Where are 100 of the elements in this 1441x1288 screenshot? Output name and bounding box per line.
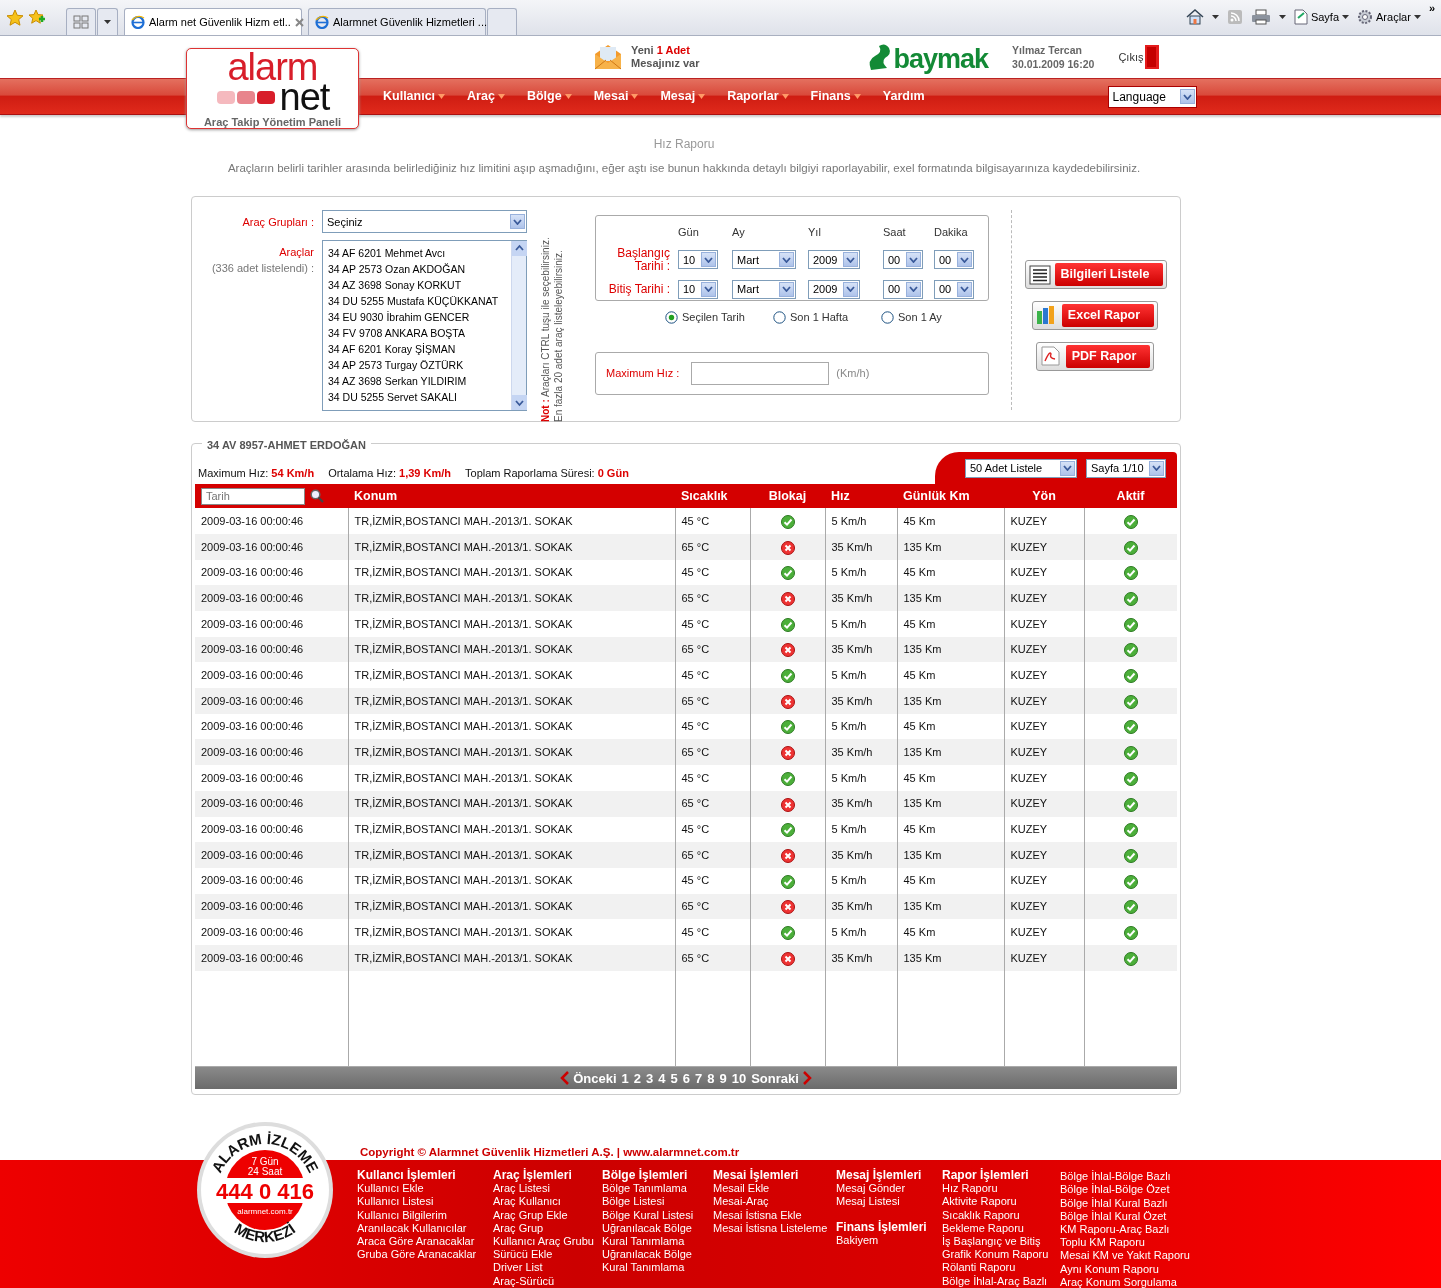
previous-page-link[interactable]: Önceki xyxy=(560,1068,617,1088)
browser-tab[interactable]: Alarmnet Güvenlik Hizmetleri ... xyxy=(308,8,486,35)
date-select[interactable]: 00 xyxy=(883,250,923,270)
footer-link[interactable]: Mesai İstisna Ekle xyxy=(713,1208,836,1222)
report-button[interactable]: PDF Rapor xyxy=(1035,341,1155,371)
date-select[interactable]: 2009 xyxy=(808,250,860,270)
footer-link[interactable]: Mesaj Gönder xyxy=(836,1182,942,1196)
footer-link[interactable]: Bölge İhlal Kural Özet xyxy=(1060,1209,1190,1224)
speed-input[interactable] xyxy=(691,361,830,385)
footer-link[interactable]: Rölanti Raporu xyxy=(942,1261,1060,1275)
language-select[interactable]: Language xyxy=(1107,85,1197,108)
footer-link[interactable]: KM Raporu-Araç Bazlı xyxy=(1060,1223,1190,1237)
date-select[interactable]: Mart xyxy=(732,250,796,270)
footer-link[interactable]: Mesai İstisna Listeleme xyxy=(713,1221,836,1236)
footer-link[interactable]: Kullanıcı Bilgilerim xyxy=(357,1208,493,1222)
footer-link[interactable]: Kullanıcı Ekle xyxy=(357,1182,493,1196)
list-option[interactable]: 34 FV 9708 ANKARA BOŞTA xyxy=(328,325,506,342)
page-select[interactable]: Sayfa 1/10 xyxy=(1086,458,1166,478)
nav-menu-item[interactable]: Raporlar xyxy=(727,87,789,106)
date-select[interactable]: 10 xyxy=(678,279,718,299)
footer-link[interactable]: Sıcaklık Raporu xyxy=(942,1208,1060,1222)
footer-link[interactable]: Hız Raporu xyxy=(942,1182,1060,1196)
footer-link[interactable]: Araç-Sürücü xyxy=(493,1274,602,1288)
list-option[interactable]: 34 AP 2573 Ozan AKDOĞAN xyxy=(328,261,506,278)
footer-link[interactable]: Grafik Konum Raporu xyxy=(942,1248,1060,1262)
tab-menu-button[interactable] xyxy=(97,8,118,35)
date-select[interactable]: 00 xyxy=(934,250,974,270)
footer-link[interactable]: Mesai-Araç xyxy=(713,1195,836,1209)
vehicle-listbox[interactable] xyxy=(322,240,527,412)
home-icon[interactable] xyxy=(1185,9,1204,25)
report-button[interactable]: Excel Rapor xyxy=(1031,301,1159,330)
footer-link[interactable]: Kural Tanımlama xyxy=(602,1261,713,1275)
page-link[interactable]: 9 xyxy=(719,1068,727,1088)
favorites-star-icon[interactable] xyxy=(6,9,24,27)
message-notice[interactable]: Yeni 1 Adet xyxy=(631,44,700,57)
nav-menu-item[interactable]: Mesaj xyxy=(660,87,706,106)
page-link[interactable]: 2 xyxy=(633,1068,641,1088)
list-option[interactable]: 34 AZ 3698 Serkan YILDIRIM xyxy=(328,373,506,390)
footer-link[interactable]: Mesail Ekle xyxy=(713,1182,836,1196)
list-option[interactable]: 34 AF 6201 Mehmet Avcı xyxy=(328,245,506,262)
footer-link[interactable]: Araç Konum Sorgulama xyxy=(1060,1275,1190,1288)
report-button[interactable]: Bilgileri Listele xyxy=(1024,260,1168,289)
radio-option[interactable]: Son 1 Hafta xyxy=(773,309,881,326)
nav-menu-item[interactable]: Finans xyxy=(810,87,861,106)
nav-menu-item[interactable]: Bölge xyxy=(526,87,572,106)
page-menu[interactable]: Sayfa xyxy=(1293,8,1350,26)
footer-link[interactable]: Bakiyem xyxy=(836,1233,942,1247)
group-select[interactable]: Seçiniz xyxy=(322,210,527,234)
list-option[interactable]: 34 AF 6201 Koray ŞİŞMAN xyxy=(328,341,506,358)
footer-link[interactable]: Bölge İhlal Kural Bazlı xyxy=(1060,1196,1190,1210)
list-option[interactable]: 34 EU 9030 İbrahim GENCER xyxy=(328,309,506,326)
footer-link[interactable]: Araca Göre Aranacaklar xyxy=(357,1235,493,1249)
tools-menu[interactable]: Araçlar xyxy=(1357,8,1421,26)
footer-link[interactable]: Uğranılacak Bölge xyxy=(602,1221,713,1236)
date-select[interactable]: Mart xyxy=(732,279,796,299)
list-option[interactable]: 34 AZ 3698 Sonay KORKUT xyxy=(328,277,506,294)
footer-link[interactable]: Araç Kullanıcı xyxy=(493,1195,602,1209)
scroll-down-icon[interactable] xyxy=(512,395,527,411)
page-link[interactable]: 5 xyxy=(670,1068,678,1088)
page-link[interactable]: 10 xyxy=(731,1068,747,1088)
page-size-select[interactable]: 50 Adet Listele xyxy=(965,458,1077,478)
page-link[interactable]: 8 xyxy=(707,1068,715,1088)
scroll-up-icon[interactable] xyxy=(512,241,527,257)
footer-link[interactable]: Araç Grup xyxy=(493,1221,602,1236)
logout-link[interactable]: Çıkış xyxy=(1118,45,1160,69)
footer-link[interactable]: Bölge İhlal-Araç Bazlı xyxy=(942,1274,1060,1288)
radio-option[interactable]: Seçilen Tarih xyxy=(665,309,773,326)
footer-link[interactable]: Aktivite Raporu xyxy=(942,1195,1060,1209)
footer-link[interactable]: Bölge Kural Listesi xyxy=(602,1208,713,1222)
list-option[interactable]: 34 DU 5255 Servet SAKALI xyxy=(328,389,506,406)
footer-link[interactable]: Bölge İhlal-Bölge Özet xyxy=(1060,1183,1190,1197)
search-field[interactable]: Tarih xyxy=(201,487,305,505)
page-link[interactable]: 1 xyxy=(621,1068,629,1088)
date-select[interactable]: 00 xyxy=(934,279,974,299)
footer-link[interactable]: Araç Grup Ekle xyxy=(493,1208,602,1222)
footer-link[interactable]: Toplu KM Raporu xyxy=(1060,1236,1190,1250)
footer-link[interactable]: Aranılacak Kullanıcılar xyxy=(357,1221,493,1236)
footer-link[interactable]: Driver List xyxy=(493,1261,602,1275)
footer-link[interactable]: Bölge Tanımlama xyxy=(602,1182,713,1196)
footer-link[interactable]: Bölge İhlal-Bölge Bazlı xyxy=(1060,1170,1190,1184)
footer-link[interactable]: Uğranılacak Bölge xyxy=(602,1248,713,1262)
date-select[interactable]: 2009 xyxy=(808,279,860,299)
footer-link[interactable]: Kural Tanımlama xyxy=(602,1235,713,1249)
date-select[interactable]: 10 xyxy=(678,250,718,270)
date-select[interactable]: 00 xyxy=(883,279,923,299)
footer-link[interactable]: Bekleme Raporu xyxy=(942,1221,1060,1236)
footer-link[interactable]: İş Başlangıç ve Bitiş xyxy=(942,1235,1060,1249)
nav-menu-item[interactable]: Mesai xyxy=(593,87,639,106)
footer-link[interactable]: Bölge Listesi xyxy=(602,1195,713,1209)
toolbar-overflow[interactable]: » xyxy=(1428,0,1435,17)
footer-link[interactable]: Mesai KM ve Yakıt Raporu xyxy=(1060,1249,1190,1263)
page-link[interactable]: 6 xyxy=(682,1068,690,1088)
nav-menu-item[interactable]: Kullanıcı xyxy=(383,87,446,106)
footer-link[interactable]: Kullanıcı Araç Grubu xyxy=(493,1235,602,1249)
next-page-link[interactable]: Sonraki xyxy=(751,1068,812,1088)
nav-menu-item[interactable]: Yardım xyxy=(882,87,925,106)
footer-link[interactable]: Mesaj Listesi xyxy=(836,1195,942,1209)
page-link[interactable]: 7 xyxy=(694,1068,703,1088)
footer-link[interactable]: Kullanıcı Listesi xyxy=(357,1195,493,1209)
footer-link[interactable]: Sürücü Ekle xyxy=(493,1248,602,1262)
